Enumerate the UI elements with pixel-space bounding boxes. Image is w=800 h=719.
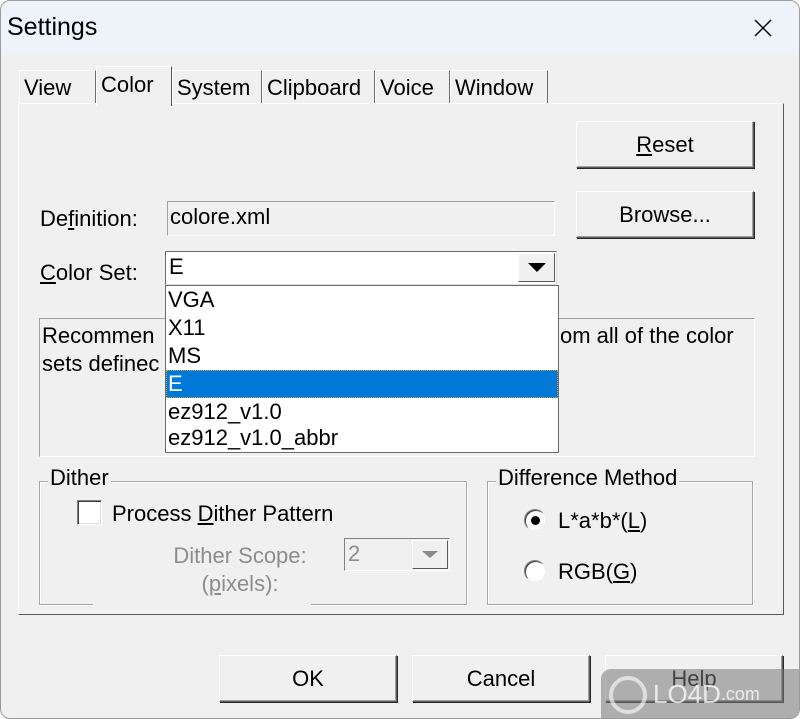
watermark-logo-icon [609,675,647,714]
chevron-down-icon [422,551,438,558]
label-accel: L [627,508,640,533]
desc-text: om all of the color [560,323,734,348]
process-dither-label[interactable]: Process Dither Pattern [112,501,333,527]
tab-voice[interactable]: Voice [375,70,450,104]
label-part: ) [630,559,638,584]
color-set-value: E [169,254,184,279]
tab-color[interactable]: Color [96,66,172,106]
dither-scope-line2: (pixels): [80,571,400,597]
label-part: inition: [74,206,138,231]
desc-text: Recommen [42,323,155,348]
ok-label: OK [292,665,324,691]
color-set-option-ms[interactable]: MS [166,342,558,370]
window-title: Settings [7,13,98,41]
lab-radio[interactable] [524,509,546,531]
color-set-option-e[interactable]: E [166,370,558,398]
label-part: De [40,206,69,231]
tab-system[interactable]: System [172,70,262,104]
dither-scope-dropdown-button[interactable] [412,540,448,569]
label-part: RGB( [558,559,613,584]
color-set-option-ez912-v1[interactable]: ez912_v1.0 [166,398,558,426]
color-set-combobox[interactable]: E [165,251,557,285]
tab-label: Voice [380,75,434,100]
color-set-option-ez912-v1-abbr[interactable]: ez912_v1.0_abbr [166,424,558,452]
difference-method-group: Difference Method L*a*b*(L) RGB(G) [487,465,753,605]
settings-dialog: Settings View Color System Clipboard Voi… [0,0,800,719]
title-bar: Settings [1,1,799,55]
tab-clipboard[interactable]: Clipboard [262,70,375,104]
color-set-option-x11[interactable]: X11 [166,314,558,342]
label-part: ( [201,571,209,596]
tab-label: Window [455,75,534,100]
watermark: LO4D .com [601,669,799,718]
tab-view[interactable]: View [19,70,96,104]
tab-label: Clipboard [267,75,362,100]
label-part: ) [639,508,648,533]
label-accel: C [40,260,56,285]
reset-label-accel: R [636,131,653,157]
label-part: ixels): [221,571,279,596]
ok-button[interactable]: OK [219,655,397,702]
dither-group: Dither Process Dither Pattern Dither Sco… [39,465,467,605]
label-part: olor Set: [55,260,138,285]
label-part: Process [112,501,198,526]
watermark-suffix: .com [720,684,760,704]
tab-label: System [177,75,251,100]
process-dither-checkbox[interactable] [77,500,102,525]
close-button[interactable] [745,11,781,45]
color-set-label: Color Set: [40,260,138,286]
label-part: ither Pattern [213,501,334,526]
lab-radio-label[interactable]: L*a*b*(L) [558,508,647,534]
difference-method-title: Difference Method [496,465,680,491]
label-accel: p [208,571,222,596]
definition-field[interactable]: colore.xml [167,201,555,236]
cancel-button[interactable]: Cancel [412,655,590,702]
color-set-option-vga[interactable]: VGA [166,286,558,314]
tab-label: Color [101,72,154,97]
label-accel: G [613,559,631,584]
dither-scope-combobox[interactable]: 2 [344,538,450,571]
rgb-radio[interactable] [524,560,546,582]
watermark-text: LO4D [653,679,721,709]
definition-label: Definition: [40,206,138,232]
color-set-dropdown-button[interactable] [518,253,555,282]
tab-label: View [24,75,72,100]
dither-scope-label: Dither Scope: [40,543,360,569]
dither-group-title: Dither [48,465,111,491]
browse-label: Browse... [619,201,711,227]
label-part: L*a*b*( [558,508,628,533]
chevron-down-icon [527,263,546,272]
rgb-radio-label[interactable]: RGB(G) [558,559,637,585]
tab-window[interactable]: Window [450,70,548,104]
dither-scope-label-2: (pixels): [40,571,360,597]
close-icon [754,19,772,37]
radio-selected-dot [531,516,540,525]
cancel-label: Cancel [466,665,536,691]
dither-scope-value: 2 [348,541,361,566]
label-accel: D [197,501,214,526]
browse-button[interactable]: Browse... [576,191,754,238]
groupbox-gap [93,599,311,609]
reset-button[interactable]: Reset [576,121,754,168]
reset-label-post: eset [652,131,694,157]
color-set-options-list[interactable]: VGA X11 MS E ez912_v1.0 ez912_v1.0_abbr [165,285,559,453]
desc-text: sets definec [42,351,160,376]
